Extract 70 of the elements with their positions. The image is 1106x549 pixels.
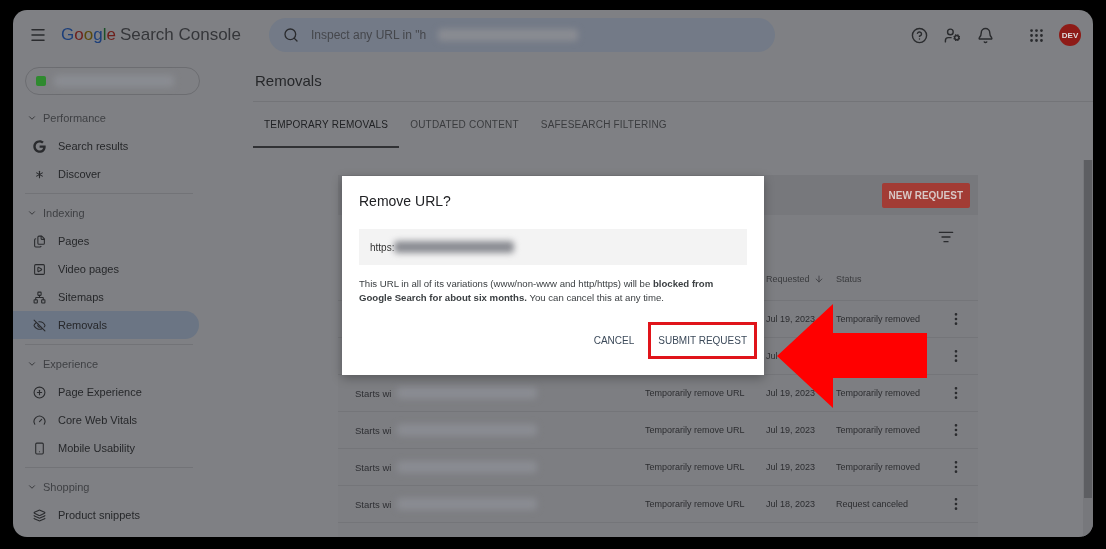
sidebar-item[interactable]: Discover xyxy=(13,160,199,188)
caret-icon xyxy=(27,482,37,492)
sidebar-item[interactable]: Video pages xyxy=(13,255,199,283)
table-cell: Temporarily remove URL xyxy=(645,462,745,472)
table-cell: Temporarily removed xyxy=(836,425,921,435)
section-header[interactable]: Performance xyxy=(13,104,253,132)
new-request-button[interactable]: NEW REQUEST xyxy=(881,182,970,208)
user-avatar[interactable]: DEV xyxy=(1059,24,1081,46)
sidebar-item[interactable]: Search results xyxy=(13,132,199,160)
sort-arrow-icon xyxy=(813,274,824,284)
caret-icon xyxy=(27,359,37,369)
table-cell: Jul 19, 2023 xyxy=(766,425,816,435)
sidebar-item[interactable]: Product snippets xyxy=(13,501,199,529)
nav-icon xyxy=(33,318,46,332)
bell-icon[interactable] xyxy=(977,26,994,44)
table-cell: Starts wi xyxy=(355,461,392,473)
url-field: https: xyxy=(359,229,747,265)
nav-icon xyxy=(33,262,46,276)
page-title: Removals xyxy=(253,60,1093,102)
tab[interactable]: OUTDATED CONTENT xyxy=(399,102,530,148)
section-header[interactable]: Indexing xyxy=(13,199,253,227)
search-field[interactable]: Inspect any URL in "h xyxy=(269,18,775,52)
scrollbar-thumb[interactable] xyxy=(1084,160,1092,498)
app-logo: Google Search Console xyxy=(61,25,242,45)
table-cell: Temporarily remove URL xyxy=(645,425,745,435)
nav-icon xyxy=(33,139,46,153)
search-icon xyxy=(283,27,299,43)
section-header[interactable]: Shopping xyxy=(13,473,253,501)
nav-icon xyxy=(33,413,46,427)
sidebar-item[interactable]: Removals xyxy=(13,311,199,339)
nav-icon xyxy=(33,441,46,455)
table-cell: Jul 19, 2023 xyxy=(766,314,816,324)
table-cell: Starts wi xyxy=(355,387,392,399)
sidebar-item[interactable]: Pages xyxy=(13,227,199,255)
sidebar-item[interactable]: Mobile Usability xyxy=(13,434,199,462)
section-header[interactable]: Experience xyxy=(13,350,253,378)
sidebar-item[interactable]: Sitemaps xyxy=(13,283,199,311)
sidebar-item[interactable]: Page Experience xyxy=(13,378,199,406)
help-icon[interactable] xyxy=(911,26,928,44)
table-cell: Jul 19, 2023 xyxy=(766,462,816,472)
table-cell: Starts wi xyxy=(355,424,392,436)
site-icon xyxy=(36,76,46,86)
nav-icon xyxy=(33,508,46,522)
table-cell: Temporarily removed xyxy=(836,462,921,472)
table-cell: Jul 18, 2023 xyxy=(766,499,816,509)
column-header[interactable]: Status xyxy=(836,258,948,300)
sidebar-item[interactable]: Core Web Vitals xyxy=(13,406,199,434)
dialog-message: This URL in all of its variations (www/non-www and http/https) will be blocked from Google Search for about six months. You can cancel this at any time. xyxy=(359,277,715,305)
table-cell: Starts wi xyxy=(355,498,392,510)
apps-grid-icon[interactable] xyxy=(1028,26,1045,44)
table-cell: Jul 19, 2023 xyxy=(766,388,816,398)
user-gear-icon[interactable] xyxy=(944,26,961,44)
nav-icon xyxy=(33,385,46,399)
table-cell: Request canceled xyxy=(836,499,909,509)
tab[interactable]: TEMPORARY REMOVALS xyxy=(253,102,400,148)
menu-icon[interactable] xyxy=(29,26,47,44)
nav-icon xyxy=(33,234,46,248)
scrollbar[interactable] xyxy=(1083,160,1093,537)
table-cell: Jul xyxy=(766,351,778,361)
caret-icon xyxy=(27,113,37,123)
table-cell: Temporarily remove URL xyxy=(645,388,745,398)
submit-request-button[interactable]: SUBMIT REQUEST xyxy=(648,322,757,359)
caret-icon xyxy=(27,208,37,218)
column-header[interactable]: Requested xyxy=(766,258,836,300)
table-cell: Temporarily remove URL xyxy=(645,499,745,509)
table-cell: Temporarily removed xyxy=(836,388,921,398)
tab[interactable]: SAFESEARCH FILTERING xyxy=(529,102,678,148)
nav-icon xyxy=(33,290,46,304)
dialog-title: Remove URL? xyxy=(359,193,452,209)
table-cell: Temporarily removed xyxy=(836,314,921,324)
